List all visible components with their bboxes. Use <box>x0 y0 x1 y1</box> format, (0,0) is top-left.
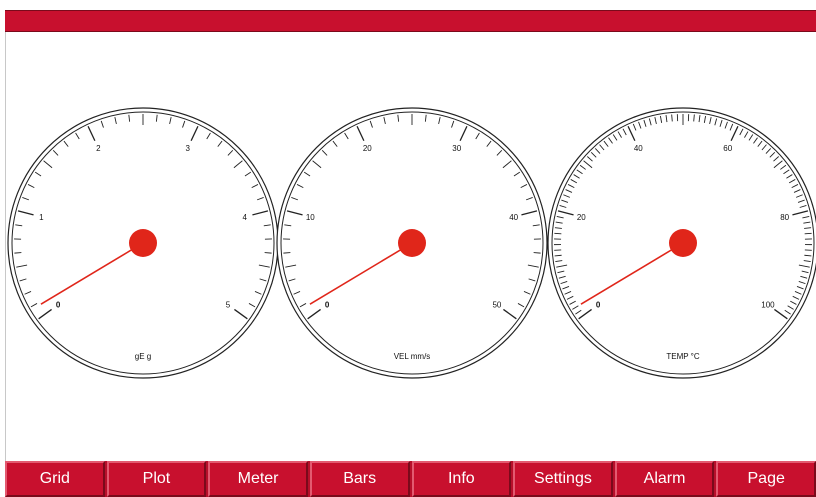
nav-grid-button[interactable]: Grid <box>5 461 105 497</box>
minor-tick <box>14 252 22 254</box>
minor-tick <box>671 114 673 122</box>
nav-settings-button[interactable]: Settings <box>513 461 613 497</box>
scale-label: 10 <box>306 213 315 222</box>
minor-tick <box>554 232 562 235</box>
scale-label: 80 <box>780 213 789 222</box>
scale-label: 100 <box>761 301 775 310</box>
nav-bars-button[interactable]: Bars <box>309 461 410 497</box>
scale-label: 20 <box>577 213 586 222</box>
needle-hub <box>669 229 697 257</box>
nav-alarm-button[interactable]: Alarm <box>614 461 715 497</box>
scale-label: 1 <box>39 213 44 222</box>
gauge-velocity: 0 10 20 30 40 50 VEL mm/s <box>276 107 548 379</box>
nav-page-button[interactable]: Page <box>716 461 816 497</box>
gauge-panel: 0 1 2 3 4 5 gE g 0 10 20 30 40 50 VEL mm/s 0 20 40 60 80… <box>7 107 816 379</box>
minor-tick <box>264 252 272 254</box>
scale-label: 50 <box>492 301 501 310</box>
minor-tick <box>533 252 541 254</box>
scale-label: 4 <box>242 213 247 222</box>
nav-info-button[interactable]: Info <box>411 461 512 497</box>
scale-label: 60 <box>723 144 732 153</box>
scale-label: 5 <box>226 301 231 310</box>
unit-label: TEMP °C <box>666 352 700 361</box>
scale-label: 40 <box>509 213 518 222</box>
needle-hub <box>398 229 426 257</box>
scale-label: 2 <box>96 144 101 153</box>
scale-label: 0 <box>325 301 330 310</box>
gauge-ge: 0 1 2 3 4 5 gE g <box>7 107 279 379</box>
scale-label: 0 <box>596 301 601 310</box>
bottom-nav: Grid Plot Meter Bars Info Settings Alarm… <box>5 461 816 497</box>
unit-label: VEL mm/s <box>394 352 431 361</box>
scale-label: 40 <box>634 144 643 153</box>
minor-tick <box>693 114 695 122</box>
scale-label: 3 <box>185 144 190 153</box>
nav-plot-button[interactable]: Plot <box>106 461 207 497</box>
gauge-temperature: 0 20 40 60 80 100 TEMP °C <box>547 107 816 379</box>
scale-label: 0 <box>56 301 61 310</box>
scale-label: 20 <box>363 144 372 153</box>
minor-tick <box>283 252 291 254</box>
scale-label: 30 <box>452 144 461 153</box>
needle-hub <box>129 229 157 257</box>
nav-meter-button[interactable]: Meter <box>208 461 308 497</box>
unit-label: gE g <box>135 352 151 361</box>
minor-tick <box>804 232 812 235</box>
